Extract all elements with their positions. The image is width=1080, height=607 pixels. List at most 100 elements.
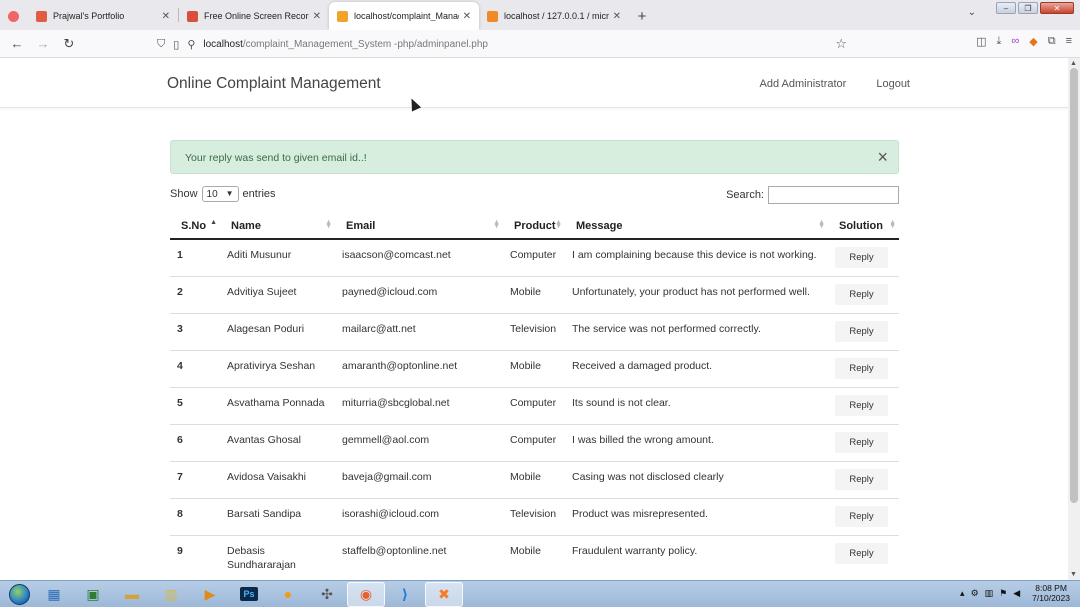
maximize-button[interactable]: ❐ [1018, 2, 1038, 14]
close-tab-icon[interactable]: ✕ [463, 11, 471, 22]
close-tab-icon[interactable]: ✕ [613, 11, 621, 22]
vertical-scrollbar[interactable]: ▲ ▼ [1068, 58, 1080, 580]
phpmyadmin-favicon-icon [487, 10, 498, 22]
row-name: Aprativirya Seshan [220, 350, 335, 388]
table-row: 5 Asvathama Ponnada miturria@sbcglobal.net… [170, 387, 899, 425]
reply-button[interactable]: Reply [835, 358, 888, 379]
back-arrow-icon[interactable]: ← [5, 32, 29, 56]
row-product: Computer [503, 424, 565, 462]
volume-icon[interactable]: ◀ [1013, 588, 1020, 599]
row-solution: Reply [828, 350, 899, 388]
scroll-down-icon[interactable]: ▼ [1070, 571, 1077, 578]
logout-link[interactable]: Logout [876, 78, 910, 90]
column-header-name[interactable]: Name ▲ ▼ [220, 213, 335, 240]
address-bar[interactable]: ⛉ ▯ ⚲ localhost/complaint_Management_Sys… [157, 33, 857, 55]
site-brand[interactable]: Online Complaint Management [167, 75, 381, 93]
explorer-window-icon[interactable]: ▦ [35, 582, 73, 607]
folder-icon[interactable]: ▬ [113, 582, 151, 607]
tray-app-icon[interactable]: ⚙ [971, 588, 979, 599]
close-window-button[interactable]: ✕ [1040, 2, 1074, 14]
column-label: Email [346, 219, 376, 232]
reply-button[interactable]: Reply [835, 506, 888, 527]
row-product: Computer [503, 387, 565, 425]
column-label: Product [514, 219, 556, 232]
firefox-view-button[interactable] [0, 2, 28, 30]
show-hidden-icons[interactable]: ▴ [960, 588, 965, 599]
entries-select[interactable]: 10 ▼ [201, 186, 239, 202]
reload-icon[interactable]: ↻ [57, 32, 81, 56]
sort-icon: ▲ ▼ [818, 219, 825, 230]
reply-button[interactable]: Reply [835, 247, 888, 268]
start-button[interactable] [4, 582, 34, 607]
row-email: staffelb@optonline.net [335, 535, 503, 580]
table-row: 3 Alagesan Poduri mailarc@att.net Televisio… [170, 313, 899, 351]
row-message: I was billed the wrong amount. [565, 424, 828, 462]
pocket-icon[interactable]: ◫ [976, 35, 986, 48]
column-header-solution[interactable]: Solution ▲ ▼ [828, 213, 899, 240]
reply-button[interactable]: Reply [835, 395, 888, 416]
row-message: Received a damaged product. [565, 350, 828, 388]
row-sno: 5 [170, 387, 220, 425]
reply-button[interactable]: Reply [835, 321, 888, 342]
search-input[interactable] [768, 186, 899, 204]
minimize-button[interactable]: – [996, 2, 1016, 14]
extension-icon[interactable]: ∞ [1011, 35, 1019, 48]
extensions-puzzle-icon[interactable]: ⧉ [1048, 35, 1056, 48]
row-sno: 3 [170, 313, 220, 351]
tab-title: Free Online Screen Recorder & [204, 11, 309, 21]
bookmark-star-icon[interactable]: ☆ [835, 36, 847, 52]
firefox-icon[interactable]: ◉ [347, 581, 385, 607]
tab-portfolio[interactable]: Prajwal's Portfolio ✕ [28, 2, 178, 30]
scrollbar-thumb[interactable] [1070, 68, 1078, 503]
connection-icon: ⚲ [187, 38, 196, 51]
add-administrator-link[interactable]: Add Administrator [760, 78, 847, 90]
network-icon[interactable]: ▥ [985, 588, 994, 599]
alert-close-icon[interactable]: × [877, 148, 888, 166]
action-center-flag-icon[interactable]: ⚑ [999, 588, 1007, 599]
column-label: Name [231, 219, 261, 232]
reply-button[interactable]: Reply [835, 284, 888, 305]
reply-button[interactable]: Reply [835, 543, 888, 564]
xampp-icon[interactable]: ✖ [425, 581, 463, 607]
page-info-icon[interactable]: ▯ [173, 38, 179, 51]
tab-phpmyadmin[interactable]: localhost / 127.0.0.1 / microproj ✕ [479, 2, 629, 30]
row-product: Mobile [503, 350, 565, 388]
column-header-sno[interactable]: S.No ▲ [170, 213, 220, 240]
reply-button[interactable]: Reply [835, 432, 888, 453]
row-solution: Reply [828, 387, 899, 425]
column-header-message[interactable]: Message ▲ ▼ [565, 213, 828, 240]
table-row: 1 Aditi Musunur isaacson@comcast.net Comput… [170, 239, 899, 277]
tab-complaint-management[interactable]: localhost/complaint_Managem ✕ [329, 2, 479, 30]
column-header-product[interactable]: Product ▲ ▼ [503, 213, 565, 240]
downloads-icon[interactable]: ⤓ [997, 35, 1002, 48]
clock-time: 8:08 PM [1035, 583, 1067, 593]
photoshop-icon[interactable]: Ps [230, 582, 268, 607]
media-player-icon[interactable]: ▶ [191, 582, 229, 607]
desktop-icon[interactable]: ▣ [74, 582, 112, 607]
tab-title: localhost/complaint_Managem [354, 11, 459, 21]
tab-screen-recorder[interactable]: Free Online Screen Recorder & ✕ [179, 2, 329, 30]
vscode-icon[interactable]: ⟩ [386, 582, 424, 607]
libraries-icon[interactable]: ▥ [152, 582, 190, 607]
fl-studio-icon[interactable]: ● [269, 582, 307, 607]
system-clock[interactable]: 8:08 PM 7/10/2023 [1032, 583, 1070, 603]
shield-icon[interactable]: ⛉ [157, 38, 165, 51]
forward-arrow-icon[interactable]: → [31, 32, 55, 56]
screen-recorder-favicon-icon [187, 10, 198, 22]
sort-icon: ▲ ▼ [889, 219, 896, 230]
entries-select-value: 10 [206, 188, 218, 200]
metamask-icon[interactable]: ◆ [1029, 35, 1037, 48]
list-all-tabs-icon[interactable]: ⌄ [968, 7, 976, 18]
table-row: 4 Aprativirya Seshan amaranth@optonline.ne… [170, 350, 899, 388]
row-message: Fraudulent warranty policy. [565, 535, 828, 580]
close-tab-icon[interactable]: ✕ [313, 11, 321, 22]
column-header-email[interactable]: Email ▲ ▼ [335, 213, 503, 240]
row-email: miturria@sbcglobal.net [335, 387, 503, 425]
close-tab-icon[interactable]: ✕ [162, 11, 170, 22]
menu-hamburger-icon[interactable]: ≡ [1066, 35, 1072, 48]
row-name: Barsati Sandipa [220, 498, 335, 536]
settings-tool-icon[interactable]: ✣ [308, 582, 346, 607]
reply-button[interactable]: Reply [835, 469, 888, 490]
scroll-up-icon[interactable]: ▲ [1070, 60, 1077, 67]
new-tab-button[interactable]: + [629, 2, 655, 30]
